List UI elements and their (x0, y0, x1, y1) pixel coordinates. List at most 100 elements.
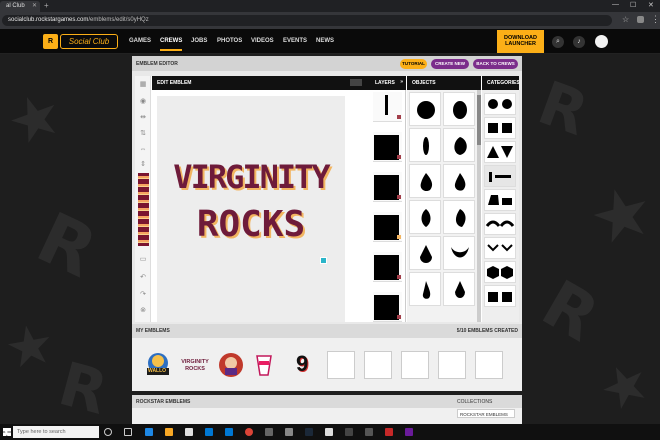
visibility-eye-icon[interactable]: ◉ (139, 98, 147, 106)
emblem-thumb[interactable] (250, 351, 278, 379)
new-tab-icon[interactable]: + (44, 1, 49, 10)
object-blob[interactable] (443, 128, 475, 162)
layer-item[interactable] (373, 292, 402, 322)
mail-icon[interactable] (205, 428, 213, 436)
tutorial-button[interactable]: TUTORIAL (400, 59, 427, 69)
windows-start-icon[interactable] (3, 428, 11, 436)
browser-menu-icon[interactable]: ⋮ (651, 14, 660, 25)
download-launcher-button[interactable]: DOWNLOAD LAUNCHER (497, 30, 544, 53)
undo-icon[interactable]: ↶ (139, 274, 147, 282)
object-egg[interactable] (443, 200, 475, 234)
steam-icon[interactable] (305, 428, 313, 436)
edge-icon[interactable] (145, 428, 153, 436)
emblem-text-line2: ROCKS (196, 204, 306, 245)
create-new-button[interactable]: CREATE NEW (431, 59, 469, 69)
emblem-thumb[interactable] (217, 351, 245, 379)
store-icon[interactable] (185, 428, 193, 436)
category-arcs[interactable] (484, 213, 516, 235)
emblem-thumb[interactable]: WALLO (144, 351, 172, 379)
object-circle[interactable] (409, 92, 441, 126)
nav-photos[interactable]: PHOTOS (217, 38, 242, 44)
layer-item[interactable] (373, 132, 402, 162)
notifications-bell-icon[interactable]: ♪ (573, 36, 585, 48)
user-avatar[interactable] (595, 35, 608, 48)
nav-videos[interactable]: VIDEOS (251, 38, 274, 44)
layer-item[interactable] (373, 172, 402, 202)
search-icon[interactable]: ⌕ (552, 36, 564, 48)
address-bar[interactable]: socialclub.rockstargames.com/emblems/edi… (2, 15, 612, 26)
objects-scrollbar[interactable] (477, 90, 481, 322)
minimize-icon[interactable]: — (612, 1, 619, 8)
resize-handle[interactable] (320, 257, 327, 264)
category-3d[interactable] (484, 261, 516, 283)
layer-item[interactable] (373, 212, 402, 242)
nav-news[interactable]: NEWS (316, 38, 334, 44)
emblem-thumb[interactable]: 9 (288, 351, 316, 379)
emblem-slot-empty[interactable] (401, 351, 429, 379)
color-palette-swatch[interactable] (138, 173, 149, 246)
collapse-layers-icon[interactable]: » (400, 79, 403, 85)
object-spike[interactable] (409, 272, 441, 306)
emblem-canvas[interactable]: VIRGINITY ROCKS (157, 96, 345, 322)
extension-icon[interactable] (637, 16, 644, 23)
layer-item[interactable] (373, 252, 402, 282)
nav-crews[interactable]: CREWS (160, 38, 183, 51)
social-club-logo[interactable]: Social Club (60, 34, 118, 49)
close-tab-icon[interactable]: ✕ (32, 2, 37, 9)
object-droplet[interactable] (443, 272, 475, 306)
object-drop[interactable] (443, 164, 475, 198)
maximize-icon[interactable]: ☐ (630, 1, 636, 9)
emblem-slot-empty[interactable] (475, 351, 503, 379)
object-leaf[interactable] (409, 200, 441, 234)
app-icon[interactable] (345, 428, 353, 436)
category-squares[interactable] (484, 117, 516, 139)
collection-rockstar-emblems[interactable]: ROCKSTAR EMBLEMS (457, 409, 515, 418)
layer-item[interactable] (373, 92, 402, 122)
canvas-mode-button[interactable] (350, 79, 362, 86)
app-icon[interactable] (265, 428, 273, 436)
category-circles[interactable] (484, 93, 516, 115)
app-icon[interactable] (405, 428, 413, 436)
nav-games[interactable]: GAMES (129, 38, 151, 44)
object-raindrop[interactable] (409, 236, 441, 270)
nav-jobs[interactable]: JOBS (191, 38, 207, 44)
chrome-icon[interactable] (245, 428, 253, 436)
category-shapes[interactable] (484, 189, 516, 211)
category-chevrons[interactable] (484, 237, 516, 259)
emblem-thumb[interactable]: VIRGINITY ROCKS (178, 351, 212, 379)
category-triangles[interactable] (484, 141, 516, 163)
settings-icon[interactable] (225, 428, 233, 436)
scrollbar-thumb[interactable] (477, 95, 481, 145)
object-teardrop[interactable] (409, 164, 441, 198)
center-horizontal-icon[interactable]: ⇔ (139, 146, 147, 154)
emblem-slot-empty[interactable] (364, 351, 392, 379)
app-icon[interactable] (365, 428, 373, 436)
image-icon[interactable]: ▭ (139, 256, 147, 264)
align-icon[interactable]: ⇅ (139, 130, 147, 138)
cortana-icon[interactable] (104, 428, 112, 436)
object-oval[interactable] (443, 92, 475, 126)
object-crescent[interactable] (443, 236, 475, 270)
app-icon[interactable] (385, 428, 393, 436)
nav-events[interactable]: EVENTS (283, 38, 307, 44)
bookmark-star-icon[interactable]: ☆ (622, 15, 629, 24)
redo-icon[interactable]: ↷ (139, 291, 147, 299)
center-vertical-icon[interactable]: ⇕ (139, 161, 147, 169)
category-lines[interactable] (484, 165, 516, 187)
grid-icon[interactable]: ▦ (139, 81, 147, 89)
browser-tab[interactable]: al Club ✕ (0, 1, 40, 12)
back-to-crews-button[interactable]: BACK TO CREWS (473, 59, 518, 69)
emblem-slot-empty[interactable] (438, 351, 466, 379)
category-misc[interactable] (484, 285, 516, 307)
delete-icon[interactable]: ⊗ (139, 307, 147, 315)
emblem-slot-empty[interactable] (327, 351, 355, 379)
task-view-icon[interactable] (124, 428, 132, 436)
close-window-icon[interactable]: ✕ (648, 1, 654, 9)
file-explorer-icon[interactable] (165, 428, 173, 436)
epic-games-icon[interactable] (325, 428, 333, 436)
object-ellipse[interactable] (409, 128, 441, 162)
rockstar-logo[interactable]: R (43, 34, 58, 49)
flip-horizontal-icon[interactable]: ⇹ (139, 114, 147, 122)
app-icon[interactable] (285, 428, 293, 436)
taskbar-search-box[interactable]: Type here to search (13, 426, 99, 438)
